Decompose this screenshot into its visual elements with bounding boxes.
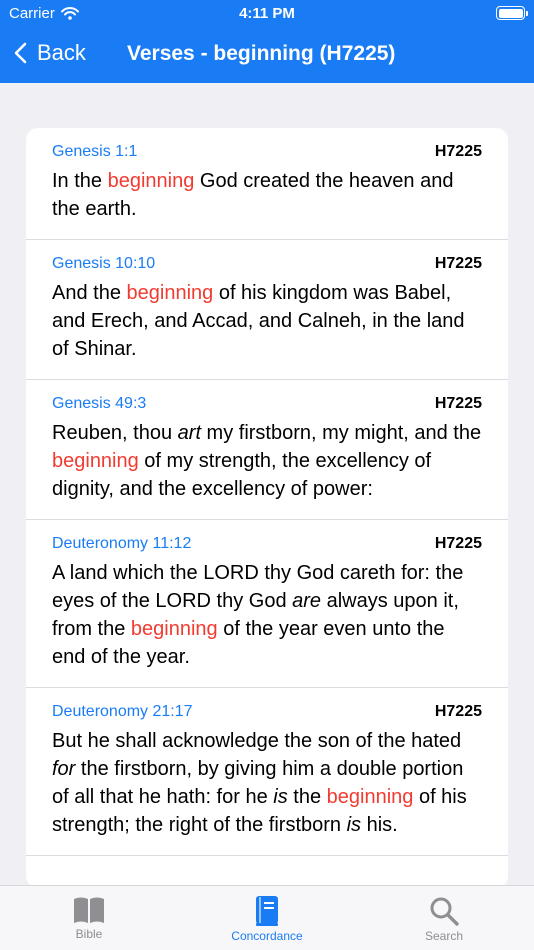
verse-fragment: In the xyxy=(52,170,108,192)
verse-text: And the beginning of his kingdom was Bab… xyxy=(52,279,482,363)
status-bar: Carrier 4:11 PM xyxy=(0,0,534,28)
verse-list: Genesis 1:1 H7225 In the beginning God c… xyxy=(26,128,508,888)
verse-reference[interactable]: Genesis 10:10 xyxy=(52,255,155,273)
strong-number: H7225 xyxy=(434,535,482,552)
tab-concordance-label: Concordance xyxy=(231,929,303,943)
verse-reference[interactable]: Genesis 1:1 xyxy=(52,143,137,161)
back-label: Back xyxy=(37,40,86,65)
verse-row[interactable]: Deuteronomy 11:12 H7225 A land which the… xyxy=(26,520,508,688)
verse-row[interactable]: Deuteronomy 21:17 H7225 But he shall ack… xyxy=(26,688,508,856)
verse-fragment: the xyxy=(287,786,327,808)
verse-row[interactable]: Genesis 49:3 H7225 Reuben, thou art my f… xyxy=(26,380,508,520)
nav-bar: Back Verses - beginning (H7225) xyxy=(0,28,534,83)
highlighted-word: beginning xyxy=(52,450,139,472)
book-open-icon xyxy=(74,897,104,923)
page-title: Verses - beginning (H7225) xyxy=(127,42,396,65)
verse-fragment: his. xyxy=(361,814,398,836)
verse-fragment: is xyxy=(346,814,362,836)
tab-search-label: Search xyxy=(424,929,464,943)
magnifier-icon xyxy=(430,897,459,926)
verse-fragment: But he shall acknowledge the son of the … xyxy=(52,730,462,752)
tab-search[interactable]: Search xyxy=(389,895,499,943)
verse-text: But he shall acknowledge the son of the … xyxy=(52,727,482,839)
verse-fragment: Reuben, thou xyxy=(52,422,178,444)
highlighted-word: beginning xyxy=(326,786,414,808)
highlighted-word: beginning xyxy=(107,170,195,192)
header: Carrier 4:11 PM Back Verses - beginning … xyxy=(0,0,534,83)
chevron-left-icon xyxy=(14,42,27,64)
clock: 4:11 PM xyxy=(239,5,295,22)
tab-bible-label: Bible xyxy=(75,927,103,941)
strong-number: H7225 xyxy=(434,255,482,272)
verse-fragment: my firstborn, my might, and the xyxy=(201,422,482,444)
verse-fragment: is xyxy=(273,786,288,808)
strong-number: H7225 xyxy=(434,703,482,720)
strong-number: H7225 xyxy=(434,143,482,160)
verse-reference[interactable]: Deuteronomy 21:17 xyxy=(52,703,193,721)
verse-reference[interactable]: Genesis 49:3 xyxy=(52,395,146,413)
verse-text: In the beginning God created the heaven … xyxy=(52,167,482,223)
verse-reference[interactable]: Deuteronomy 11:12 xyxy=(52,535,191,553)
battery-icon xyxy=(496,6,528,20)
verse-fragment: And the xyxy=(52,282,127,304)
verse-fragment: art xyxy=(177,422,201,444)
back-button[interactable]: Back xyxy=(14,40,86,66)
verse-row[interactable]: Genesis 1:1 H7225 In the beginning God c… xyxy=(26,128,508,240)
highlighted-word: beginning xyxy=(130,618,218,640)
verse-row[interactable]: Genesis 10:10 H7225 And the beginning of… xyxy=(26,240,508,380)
verse-text: A land which the LORD thy God careth for… xyxy=(52,559,482,671)
book-closed-icon xyxy=(256,896,278,926)
tab-concordance[interactable]: Concordance xyxy=(212,895,322,943)
verse-text: Reuben, thou art my firstborn, my might,… xyxy=(52,419,482,503)
highlighted-word: beginning xyxy=(126,282,214,304)
tab-bar: Bible Concordance Search xyxy=(0,885,534,950)
tab-bible[interactable]: Bible xyxy=(34,895,144,941)
verse-fragment: are xyxy=(292,590,322,612)
strong-number: H7225 xyxy=(434,395,482,412)
verse-fragment: for xyxy=(52,758,76,780)
